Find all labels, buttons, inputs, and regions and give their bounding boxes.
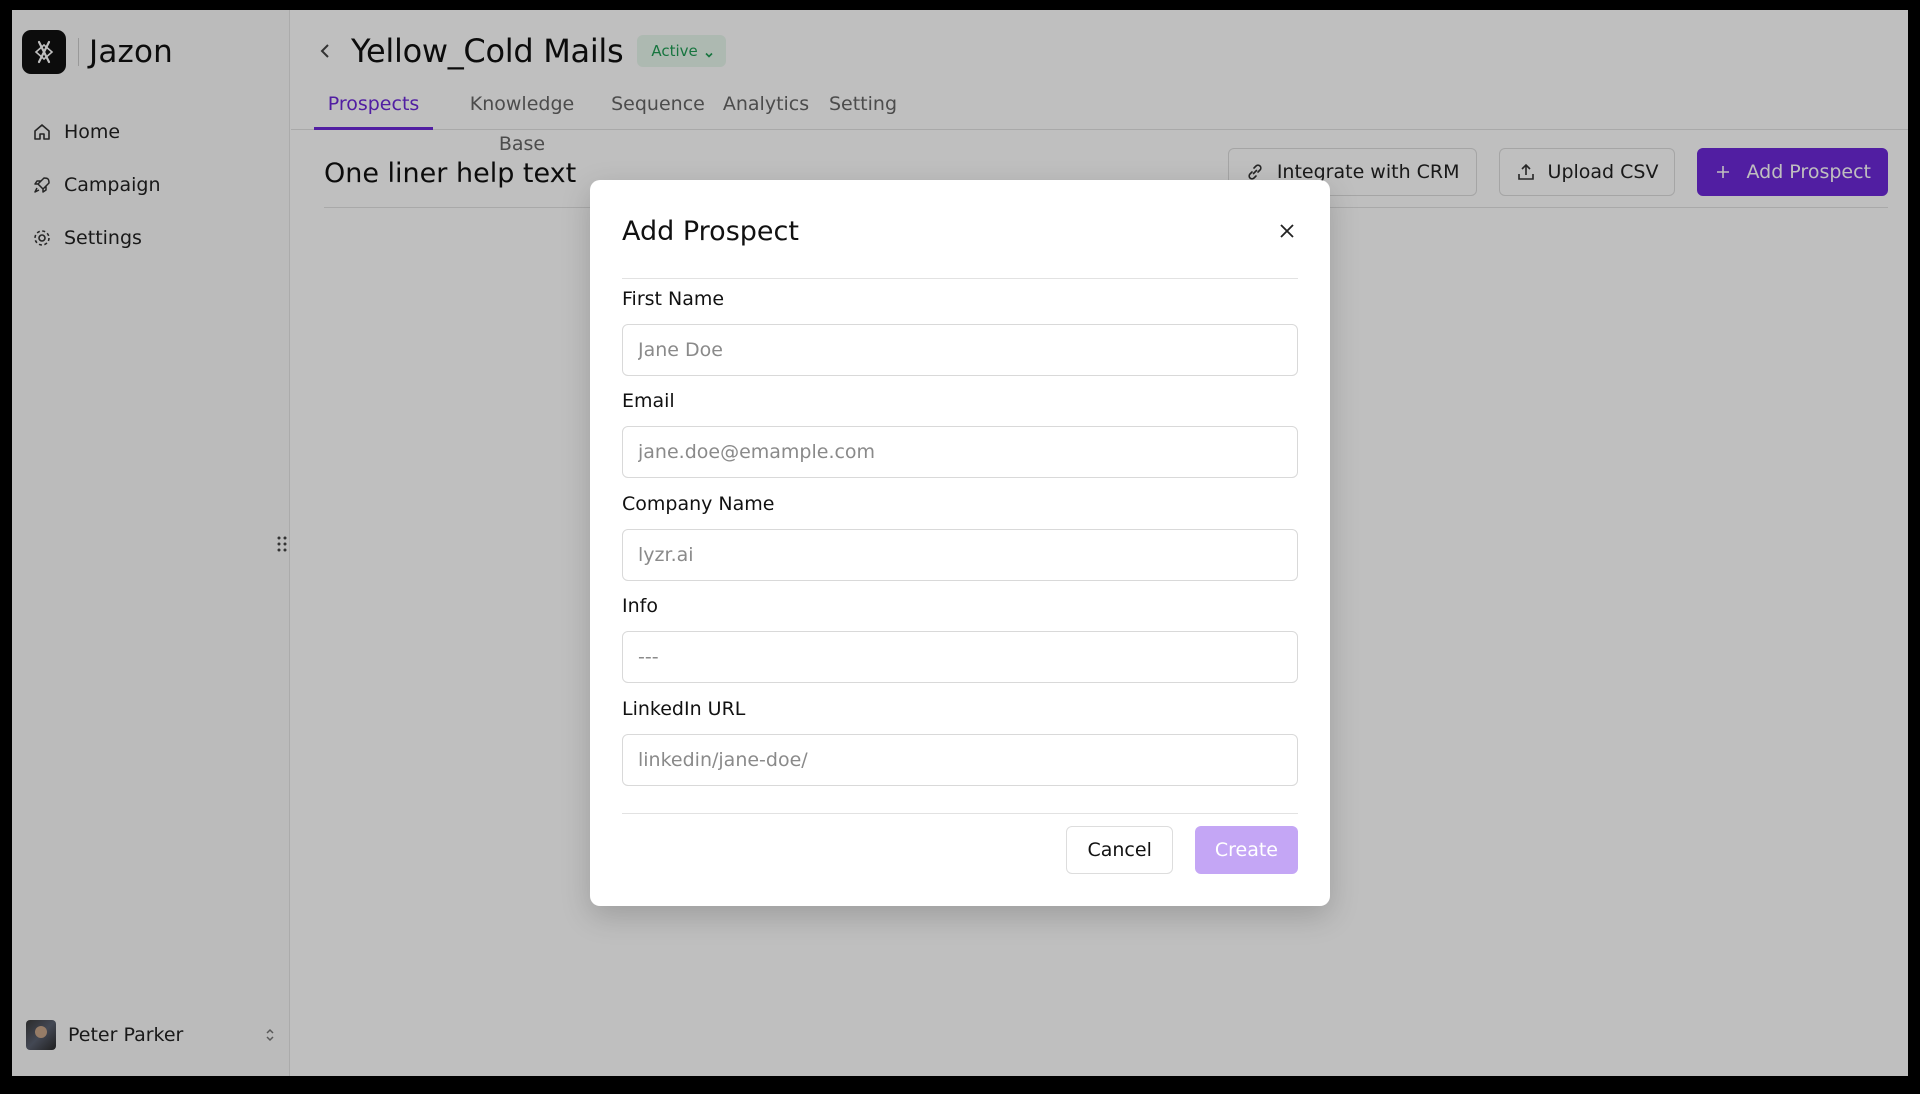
- email-input[interactable]: [622, 426, 1298, 478]
- add-prospect-dialog: Add Prospect First Name Email Company Na…: [590, 180, 1330, 906]
- linkedin-url-field-group: LinkedIn URL: [622, 698, 1298, 786]
- info-input[interactable]: [622, 631, 1298, 683]
- first-name-label: First Name: [622, 288, 725, 310]
- company-name-field-group: Company Name: [622, 493, 1298, 581]
- first-name-field-group: First Name: [622, 288, 1298, 376]
- first-name-input[interactable]: [622, 324, 1298, 376]
- linkedin-url-label: LinkedIn URL: [622, 698, 746, 720]
- dialog-title: Add Prospect: [622, 216, 799, 247]
- info-label: Info: [622, 595, 658, 617]
- company-name-label: Company Name: [622, 493, 775, 515]
- email-label: Email: [622, 390, 675, 412]
- app-window: Jazon Home Campaign Settings Peter Parke…: [12, 10, 1908, 1076]
- company-name-input[interactable]: [622, 529, 1298, 581]
- create-button[interactable]: Create: [1194, 826, 1298, 874]
- info-field-group: Info: [622, 595, 1298, 683]
- email-field-group: Email: [622, 390, 1298, 478]
- dialog-footer-divider: [622, 813, 1298, 814]
- close-icon[interactable]: [1276, 220, 1298, 242]
- dialog-divider: [622, 278, 1298, 279]
- dialog-footer: Cancel Create: [1066, 826, 1298, 874]
- cancel-button[interactable]: Cancel: [1066, 826, 1173, 874]
- linkedin-url-input[interactable]: [622, 734, 1298, 786]
